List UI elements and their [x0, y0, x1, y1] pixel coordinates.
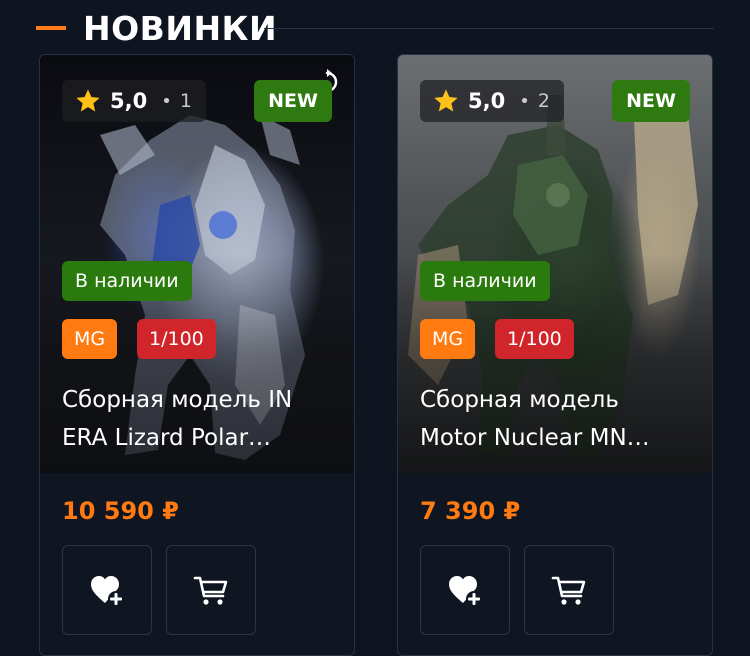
product-title[interactable]: Сборная модель Motor Nuclear MN… — [420, 381, 692, 457]
add-to-cart-button[interactable] — [524, 545, 614, 635]
star-icon — [434, 89, 458, 112]
rating-separator: • — [519, 90, 530, 112]
product-card[interactable]: 5,0 • 2 NEW В наличии MG 1/100 Сборная м… — [397, 54, 713, 656]
cart-icon — [193, 576, 228, 605]
scale-badge: 1/100 — [137, 319, 216, 359]
product-title[interactable]: Сборная модель IN ERA Lizard Polar… — [62, 381, 334, 457]
review-count: 2 — [537, 90, 550, 112]
new-badge: NEW — [254, 80, 332, 122]
grade-badge: MG — [62, 319, 118, 359]
cart-icon — [551, 576, 586, 605]
rating-badge: 5,0 • 1 — [62, 80, 206, 122]
product-card[interactable]: 5,0 • 1 NEW В наличии MG 1/100 Сборная м… — [39, 54, 355, 656]
grade-badge: MG — [420, 319, 476, 359]
in-stock-badge: В наличии — [420, 261, 550, 301]
product-price: 10 590 ₽ — [62, 497, 179, 525]
section-title: НОВИНКИ — [83, 9, 278, 48]
in-stock-badge: В наличии — [62, 261, 192, 301]
scale-badge: 1/100 — [495, 319, 574, 359]
product-price: 7 390 ₽ — [420, 497, 521, 525]
review-count: 1 — [179, 90, 192, 112]
section-accent-bar — [36, 26, 66, 30]
add-to-favorites-button[interactable] — [420, 545, 510, 635]
rating-value: 5,0 — [468, 89, 506, 113]
favorite-add-icon — [449, 576, 482, 607]
favorite-add-icon — [91, 576, 124, 607]
section-divider — [264, 28, 714, 29]
rating-badge: 5,0 • 2 — [420, 80, 564, 122]
rating-value: 5,0 — [110, 89, 148, 113]
add-to-cart-button[interactable] — [166, 545, 256, 635]
section-header: НОВИНКИ — [36, 8, 714, 48]
new-badge: NEW — [612, 80, 690, 122]
star-icon — [76, 89, 100, 112]
rating-separator: • — [161, 90, 172, 112]
add-to-favorites-button[interactable] — [62, 545, 152, 635]
